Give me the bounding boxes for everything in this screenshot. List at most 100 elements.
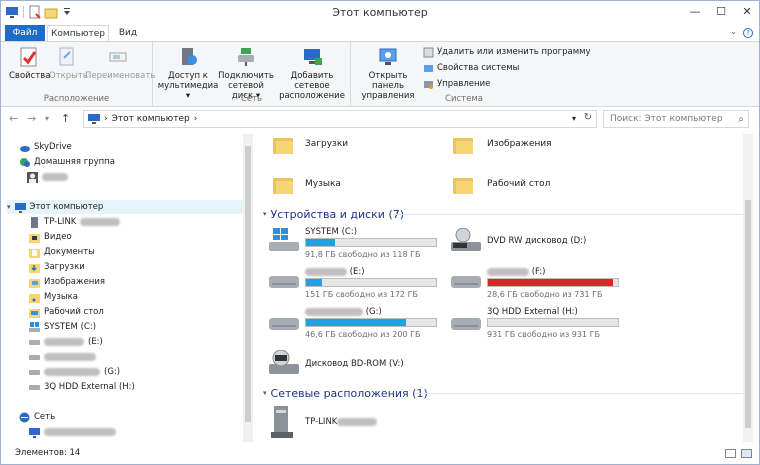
tab-view[interactable]: Вид (111, 25, 145, 41)
properties-button[interactable]: Свойства (9, 46, 51, 81)
search-input[interactable]: Поиск: Этот компьютер ⌕ (603, 110, 749, 128)
nav-item-drive-h[interactable]: 3Q HDD External (H:) (29, 380, 135, 394)
open-icon (56, 46, 78, 68)
recent-locations-icon[interactable]: ▾ (45, 114, 49, 123)
media-access-button[interactable]: Доступ к мультимедиа ▾ (157, 46, 219, 101)
manage-button[interactable]: Управление (423, 77, 490, 91)
section-devices[interactable]: ▾ Устройства и диски (7) (263, 207, 404, 221)
collapse-chevron-icon[interactable]: ▾ (263, 389, 267, 397)
add-network-location-button[interactable]: Добавить сетевое расположение (275, 46, 349, 101)
open-button[interactable]: Открыть (49, 46, 88, 81)
desktop-folder-icon[interactable] (453, 176, 473, 194)
nav-item-downloads[interactable]: Загрузки (29, 260, 85, 274)
hard-drive-icon[interactable] (269, 272, 299, 290)
nav-item-skydrive[interactable]: SkyDrive (19, 140, 72, 154)
open-control-panel-button[interactable]: Открыть панель управления (355, 46, 421, 101)
hard-drive-icon[interactable] (451, 314, 481, 332)
map-network-drive-button[interactable]: Подключить сетевой диск ▾ (217, 46, 275, 101)
breadcrumb-current[interactable]: Этот компьютер (112, 114, 190, 124)
drive-name[interactable]: (E:) (305, 267, 365, 277)
nav-item-label: 3Q HDD External (H:) (44, 382, 135, 392)
redacted-text (42, 173, 68, 181)
nav-item-homegroup-user[interactable] (27, 170, 68, 184)
maximize-button[interactable]: ☐ (709, 3, 733, 21)
system-properties-icon (423, 63, 434, 74)
nav-item-network-computer[interactable] (29, 425, 116, 439)
uninstall-program-button[interactable]: Удалить или изменить программу (423, 45, 591, 59)
nav-scrollbar[interactable] (243, 134, 253, 442)
system-properties-button[interactable]: Свойства системы (423, 61, 519, 75)
network-location-name[interactable]: TP-LINK (305, 417, 378, 427)
folder-label[interactable]: Изображения (487, 139, 552, 149)
nav-item-music[interactable]: Музыка (29, 290, 78, 304)
details-view-icon[interactable] (725, 449, 736, 458)
expand-chevron-icon[interactable]: ▾ (7, 203, 11, 211)
folder-label[interactable]: Рабочий стол (487, 179, 550, 189)
nav-item-pictures[interactable]: Изображения (29, 275, 105, 289)
title-bar: Этот компьютер — ☐ ✕ (1, 1, 759, 25)
drive-name[interactable]: DVD RW дисковод (D:) (487, 236, 586, 246)
redacted-text (337, 417, 378, 426)
minimize-button[interactable]: — (683, 3, 707, 21)
address-bar[interactable]: › Этот компьютер › ▾ ↻ (83, 110, 597, 128)
downloads-folder-icon[interactable] (273, 136, 293, 154)
nav-item-label: Сеть (34, 412, 56, 422)
forward-icon[interactable]: → (27, 112, 36, 125)
collapse-chevron-icon[interactable]: ▾ (263, 210, 267, 218)
content-scrollbar[interactable] (743, 134, 753, 442)
network-server-icon[interactable] (271, 406, 293, 440)
nav-item-drive-g[interactable]: (G:) (29, 365, 120, 379)
section-divider (393, 214, 743, 215)
drive-name[interactable]: 3Q HDD External (H:) (487, 307, 578, 317)
help-icon[interactable]: ? (743, 28, 753, 38)
folder-label[interactable]: Загрузки (305, 139, 348, 149)
drive-name[interactable]: (F:) (487, 267, 545, 277)
drive-name[interactable]: Дисковод BD-ROM (V:) (305, 359, 404, 369)
content-scrollbar-thumb[interactable] (745, 200, 751, 428)
address-dropdown-icon[interactable]: ▾ (572, 114, 576, 123)
search-icon[interactable]: ⌕ (738, 112, 744, 128)
large-icons-view-icon[interactable] (741, 449, 752, 458)
network-location-label: TP-LINK (305, 417, 338, 427)
section-network-locations[interactable]: ▾ Сетевые расположения (1) (263, 386, 428, 400)
explorer-window: Этот компьютер — ☐ ✕ Файл Компьютер Вид … (0, 0, 760, 465)
tab-file[interactable]: Файл (5, 25, 45, 41)
nav-item-videos[interactable]: Видео (29, 230, 72, 244)
drive-name[interactable]: (G:) (305, 307, 382, 317)
ribbon-group-system: Открыть панель управления Удалить или из… (351, 42, 591, 106)
rename-button[interactable]: Переименовать (85, 46, 155, 81)
tab-computer[interactable]: Компьютер (47, 25, 109, 42)
nav-item-drive-c[interactable]: SYSTEM (C:) (29, 320, 96, 334)
nav-item-drive-f[interactable] (29, 350, 96, 364)
back-icon[interactable]: ← (9, 112, 18, 125)
dvd-drive-icon[interactable] (451, 227, 481, 251)
hard-drive-icon[interactable] (269, 314, 299, 332)
close-button[interactable]: ✕ (735, 3, 759, 21)
pictures-folder-icon[interactable] (453, 136, 473, 154)
nav-item-homegroup[interactable]: Домашняя группа (19, 155, 115, 169)
drive-name[interactable]: SYSTEM (C:) (305, 227, 357, 237)
nav-item-drive-e[interactable]: (E:) (29, 335, 103, 349)
nav-item-network[interactable]: Сеть (19, 410, 55, 424)
bd-rom-drive-icon[interactable] (269, 349, 299, 376)
nav-scrollbar-thumb[interactable] (245, 146, 251, 422)
windows-drive-icon[interactable] (269, 228, 299, 251)
drive-free-space: 46,6 ГБ свободно из 200 ГБ (305, 330, 421, 339)
network-icon (19, 412, 30, 423)
refresh-icon[interactable]: ↻ (584, 112, 592, 123)
folder-label[interactable]: Музыка (305, 179, 341, 189)
desktop-folder-icon (29, 307, 40, 318)
nav-item-tp-link[interactable]: TP-LINK (29, 215, 121, 229)
hard-drive-icon[interactable] (451, 272, 481, 290)
nav-item-label: Рабочий стол (44, 307, 104, 317)
up-icon[interactable]: ↑ (61, 112, 70, 125)
drive-letter: (G:) (365, 307, 382, 317)
nav-item-this-pc[interactable]: ▾ Этот компьютер (7, 200, 243, 214)
windows-drive-icon (29, 321, 40, 333)
nav-item-desktop[interactable]: Рабочий стол (29, 305, 104, 319)
nav-item-documents[interactable]: Документы (29, 245, 95, 259)
hard-drive-icon (29, 352, 40, 363)
collapse-ribbon-icon[interactable]: ⌄ (730, 27, 737, 36)
drive-usage-fill (306, 239, 335, 246)
music-folder-icon[interactable] (273, 176, 293, 194)
